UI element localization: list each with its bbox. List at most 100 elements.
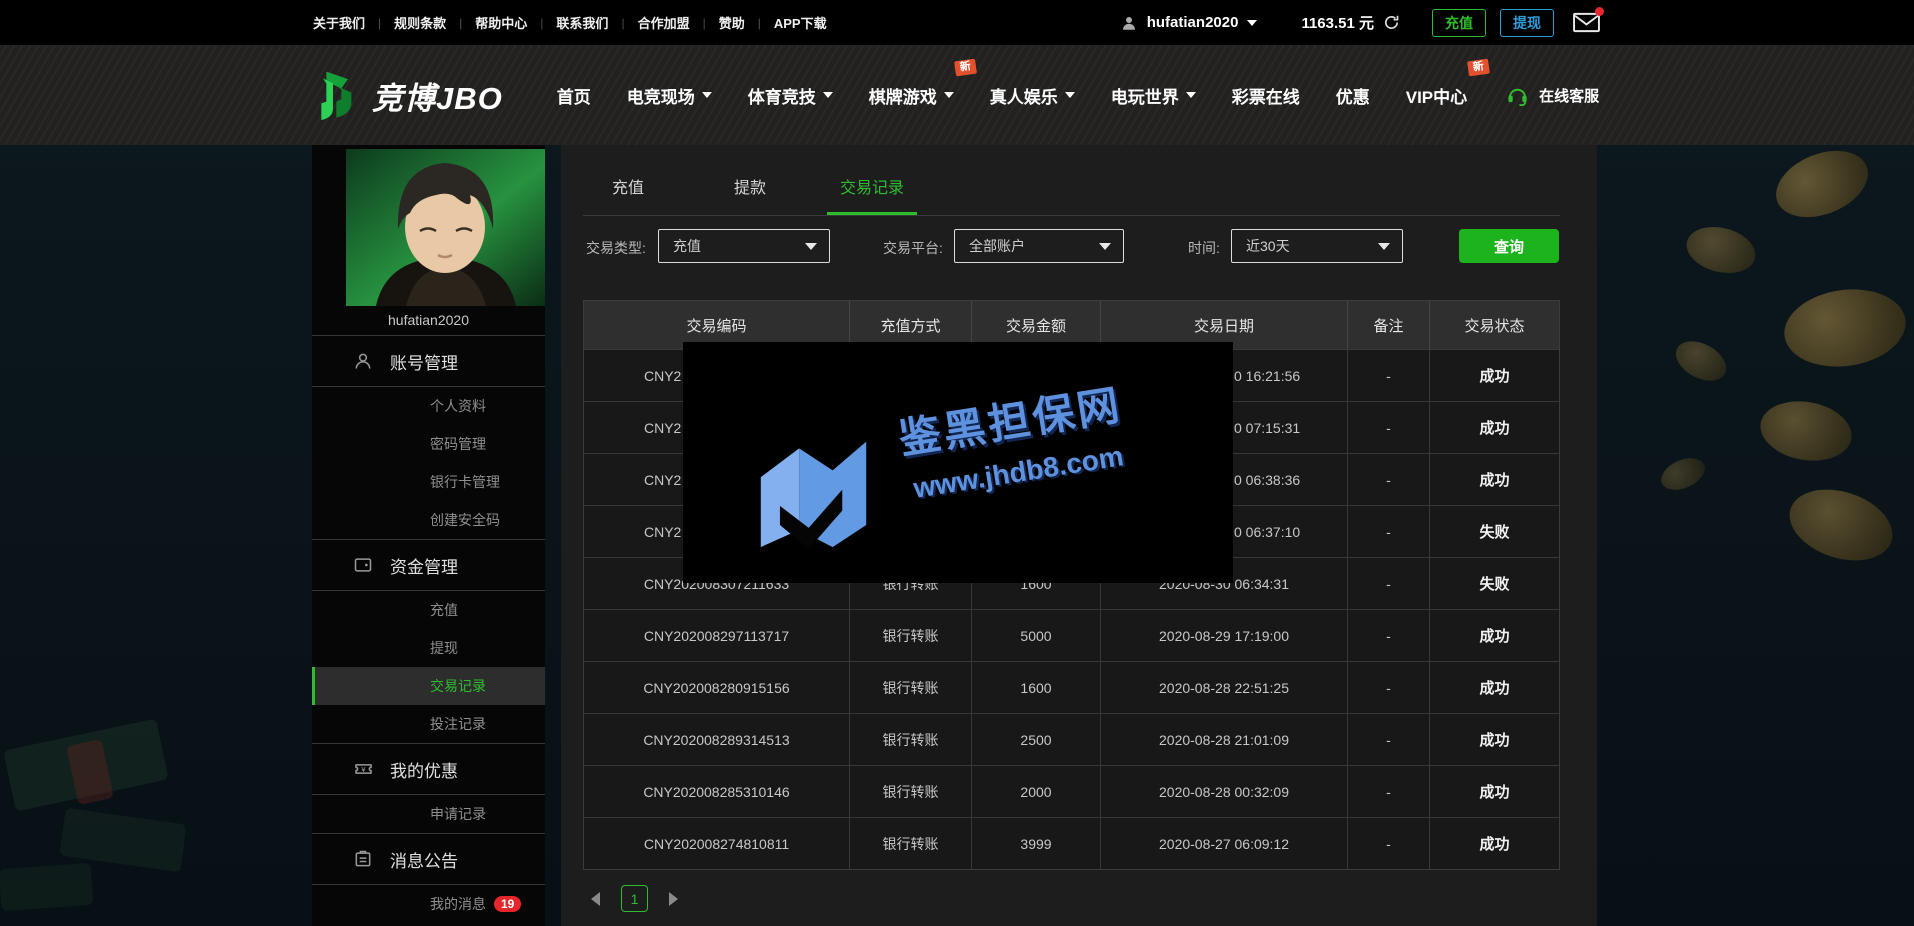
cell-amount: 2000 bbox=[972, 766, 1101, 817]
tab-1[interactable]: 充值 bbox=[567, 169, 689, 215]
sidebar-item-7[interactable]: 充值 bbox=[312, 591, 545, 629]
online-service[interactable]: 在线客服 bbox=[1505, 84, 1599, 107]
sidebar-item-6[interactable]: 资金管理 bbox=[312, 540, 545, 590]
table-row: CNY202008289314513银行转账25002020-08-28 21:… bbox=[584, 713, 1559, 765]
coin-decoration bbox=[1756, 394, 1857, 467]
prev-page-icon[interactable] bbox=[591, 892, 600, 906]
sidebar-item-12[interactable]: 申请记录 bbox=[312, 795, 545, 833]
sidebar-item-4[interactable]: 银行卡管理 bbox=[312, 463, 545, 501]
sidebar-item-label: 充值 bbox=[430, 600, 458, 620]
cell-amount: 1600 bbox=[972, 662, 1101, 713]
cell-note: - bbox=[1348, 454, 1430, 505]
cell-note: - bbox=[1348, 714, 1430, 765]
nav-item-3[interactable]: 体育竞技 bbox=[730, 75, 851, 116]
tab-3[interactable]: 交易记录 bbox=[811, 169, 933, 215]
nav-item-label: 彩票在线 bbox=[1232, 83, 1300, 108]
sidebar-item-label: 我的消息 bbox=[430, 894, 486, 914]
separator: | bbox=[378, 16, 381, 30]
cell-status: 成功 bbox=[1430, 818, 1559, 869]
sidebar-item-5[interactable]: 创建安全码 bbox=[312, 501, 545, 539]
time-select[interactable]: 近30天 bbox=[1231, 229, 1403, 263]
platform-select[interactable]: 全部账户 bbox=[954, 229, 1124, 263]
headset-icon bbox=[1505, 84, 1530, 107]
tabs-divider bbox=[583, 215, 1560, 216]
cell-status: 成功 bbox=[1430, 350, 1559, 401]
message-count-badge: 19 bbox=[494, 896, 521, 912]
sidebar-item-label: 我的优惠 bbox=[390, 757, 458, 782]
chevron-down-icon bbox=[944, 92, 954, 98]
chevron-down-icon bbox=[1099, 243, 1111, 250]
topbar-link-2[interactable]: 规则条款 bbox=[394, 13, 446, 32]
nav-item-9[interactable]: VIP中心新 bbox=[1388, 75, 1485, 116]
app-window: 关于我们|规则条款|帮助中心|联系我们|合作加盟|赞助|APP下载 hufati… bbox=[0, 0, 1914, 926]
nav-item-label: 棋牌游戏 bbox=[869, 83, 937, 108]
coupon-icon: ¥ bbox=[352, 759, 374, 779]
topbar-link-1[interactable]: 关于我们 bbox=[313, 13, 365, 32]
cell-note: - bbox=[1348, 506, 1430, 557]
coin-decoration bbox=[1656, 452, 1709, 496]
recharge-button[interactable]: 充值 bbox=[1432, 9, 1486, 37]
cell-note: - bbox=[1348, 402, 1430, 453]
site-logo[interactable]: 竞博JBO bbox=[313, 67, 503, 123]
separator: | bbox=[621, 16, 624, 30]
nav-item-1[interactable]: 首页 bbox=[539, 75, 609, 116]
nav-item-8[interactable]: 优惠 bbox=[1318, 75, 1388, 116]
column-header-5: 备注 bbox=[1348, 301, 1430, 349]
table-row: CNY202008280915156银行转账16002020-08-28 22:… bbox=[584, 661, 1559, 713]
logo-text: 竞博JBO bbox=[372, 73, 503, 118]
user-menu[interactable]: hufatian2020 bbox=[1120, 14, 1258, 32]
filter-row: 交易类型: 充值 交易平台: 全部账户 时间: 近30天 查询 bbox=[561, 229, 1597, 265]
withdraw-button[interactable]: 提现 bbox=[1500, 9, 1554, 37]
page-number[interactable]: 1 bbox=[621, 885, 648, 912]
cell-note: - bbox=[1348, 558, 1430, 609]
topbar-link-5[interactable]: 合作加盟 bbox=[638, 13, 690, 32]
sidebar-item-11[interactable]: ¥ 我的优惠 bbox=[312, 744, 545, 794]
nav-item-6[interactable]: 电玩世界 bbox=[1093, 75, 1214, 116]
topbar-link-7[interactable]: APP下载 bbox=[774, 13, 827, 32]
sidebar-item-1[interactable]: 账号管理 bbox=[312, 336, 545, 386]
nav-item-2[interactable]: 电竞现场 bbox=[609, 75, 730, 116]
nav-item-5[interactable]: 真人娱乐 bbox=[972, 75, 1093, 116]
nav-item-label: 体育竞技 bbox=[748, 83, 816, 108]
cell-status: 成功 bbox=[1430, 610, 1559, 661]
coin-decoration bbox=[1766, 138, 1877, 230]
transaction-type-label: 交易类型: bbox=[586, 238, 646, 258]
new-badge: 新 bbox=[1467, 58, 1490, 76]
topbar-link-6[interactable]: 赞助 bbox=[719, 13, 745, 32]
nav-item-7[interactable]: 彩票在线 bbox=[1214, 75, 1318, 116]
banknote-decoration bbox=[59, 808, 186, 873]
user-icon bbox=[352, 351, 374, 371]
tab-2[interactable]: 提款 bbox=[689, 169, 811, 215]
transaction-type-value: 充值 bbox=[673, 236, 701, 256]
money-decoration bbox=[0, 586, 300, 926]
sidebar-item-label: 资金管理 bbox=[390, 553, 458, 578]
nav-item-label: 电玩世界 bbox=[1111, 83, 1179, 108]
online-service-label: 在线客服 bbox=[1539, 85, 1599, 106]
cell-code: CNY202008297113717 bbox=[584, 610, 850, 661]
refresh-icon[interactable] bbox=[1383, 14, 1400, 31]
next-page-icon[interactable] bbox=[669, 892, 678, 906]
notice-icon bbox=[352, 849, 374, 869]
chevron-down-icon bbox=[1065, 92, 1075, 98]
sidebar-item-10[interactable]: 投注记录 bbox=[312, 705, 545, 743]
platform-label: 交易平台: bbox=[883, 238, 943, 258]
sidebar-item-13[interactable]: 消息公告 bbox=[312, 834, 545, 884]
topbar-link-4[interactable]: 联系我们 bbox=[556, 13, 608, 32]
transaction-type-select[interactable]: 充值 bbox=[658, 229, 830, 263]
column-header-6: 交易状态 bbox=[1430, 301, 1559, 349]
sidebar-item-8[interactable]: 提现 bbox=[312, 629, 545, 667]
sidebar-item-9[interactable]: 交易记录 bbox=[312, 667, 545, 705]
cell-amount: 5000 bbox=[972, 610, 1101, 661]
coin-decoration bbox=[1779, 282, 1910, 374]
sidebar-item-14[interactable]: 我的消息 19 bbox=[312, 885, 545, 923]
sidebar-item-2[interactable]: 个人资料 bbox=[312, 387, 545, 425]
topbar-link-3[interactable]: 帮助中心 bbox=[475, 13, 527, 32]
cell-note: - bbox=[1348, 818, 1430, 869]
search-button[interactable]: 查询 bbox=[1459, 229, 1559, 263]
topbar-inner: 关于我们|规则条款|帮助中心|联系我们|合作加盟|赞助|APP下载 hufati… bbox=[313, 0, 1601, 45]
watermark-overlay: 鉴黑担保网 www.jhdb8.com bbox=[683, 342, 1233, 583]
nav-item-4[interactable]: 棋牌游戏新 bbox=[851, 75, 972, 116]
mail-icon[interactable] bbox=[1572, 11, 1601, 34]
sidebar-item-3[interactable]: 密码管理 bbox=[312, 425, 545, 463]
chevron-down-icon bbox=[805, 243, 817, 250]
